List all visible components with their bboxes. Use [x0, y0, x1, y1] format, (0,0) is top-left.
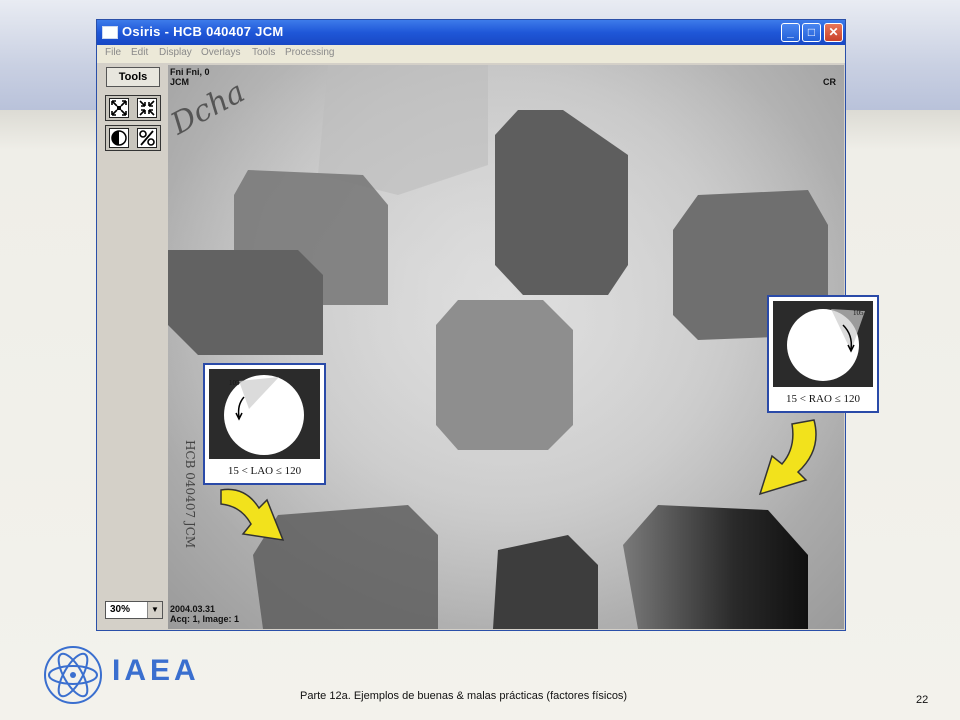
arrow-left-icon	[220, 488, 285, 541]
menu-overlays[interactable]: Overlays	[201, 47, 240, 58]
menu-file[interactable]: File	[105, 47, 121, 58]
overlay-modality: CR	[823, 77, 836, 87]
page-number: 22	[916, 694, 929, 706]
view-tool-group	[105, 95, 161, 121]
menu-tools[interactable]: Tools	[252, 47, 275, 58]
inset-rao: 105 15 < RAO ≤ 120	[767, 295, 879, 413]
inset-lao-mark: 105	[229, 379, 240, 387]
overlay-acquisition: Acq: 1, Image: 1	[170, 614, 240, 624]
iaea-logo-icon	[44, 646, 102, 704]
actual-size-icon[interactable]	[137, 98, 157, 118]
overlay-top-left: Fni Fni, 0 JCM	[170, 67, 210, 87]
maximize-button[interactable]: □	[802, 23, 821, 42]
overlay-bottom-left: 2004.03.31 Acq: 1, Image: 1	[170, 604, 239, 624]
inset-lao-caption: 15 < LAO ≤ 120	[227, 465, 302, 477]
inset-lao: 105 15 < LAO ≤ 120	[203, 363, 326, 485]
adjust-tool-group	[105, 125, 161, 151]
inset-rao-image: 105	[773, 301, 873, 387]
tools-button[interactable]: Tools	[106, 67, 160, 87]
zoom-value: 30%	[110, 604, 131, 615]
window-title: Osiris - HCB 040407 JCM	[122, 24, 284, 39]
contrast-icon[interactable]	[109, 128, 129, 148]
percent-icon[interactable]	[137, 128, 157, 148]
osiris-window: Osiris - HCB 040407 JCM _ □ ✕ File Edit …	[96, 19, 846, 631]
inset-rao-mark: 105	[853, 309, 864, 317]
minimize-button[interactable]: _	[781, 23, 800, 42]
menu-display[interactable]: Display	[159, 47, 192, 58]
fit-to-window-icon[interactable]	[109, 98, 129, 118]
overlay-operator: JCM	[170, 77, 190, 87]
app-icon	[102, 26, 118, 39]
close-button[interactable]: ✕	[824, 23, 843, 42]
overlay-series: Fni Fni, 0	[170, 67, 210, 77]
menu-processing[interactable]: Processing	[285, 47, 334, 58]
footer-caption: Parte 12a. Ejemplos de buenas & malas pr…	[300, 690, 628, 702]
chevron-down-icon[interactable]: ▼	[147, 602, 162, 618]
arrow-right-icon	[758, 419, 817, 496]
inset-lao-image: 105	[209, 369, 320, 459]
title-bar[interactable]: Osiris - HCB 040407 JCM _ □ ✕	[97, 20, 845, 45]
inset-rao-caption: 15 < RAO ≤ 120	[786, 393, 860, 405]
menu-bar: File Edit Display Overlays Tools Process…	[97, 45, 845, 63]
overlay-date: 2004.03.31	[170, 604, 216, 614]
handwriting-side: HCB 040407 JCM	[183, 440, 197, 548]
menu-edit[interactable]: Edit	[131, 47, 148, 58]
tool-panel: Tools 30% ▼	[98, 63, 166, 629]
zoom-select[interactable]: 30% ▼	[105, 601, 163, 619]
iaea-wordmark: IAEA	[112, 654, 200, 687]
